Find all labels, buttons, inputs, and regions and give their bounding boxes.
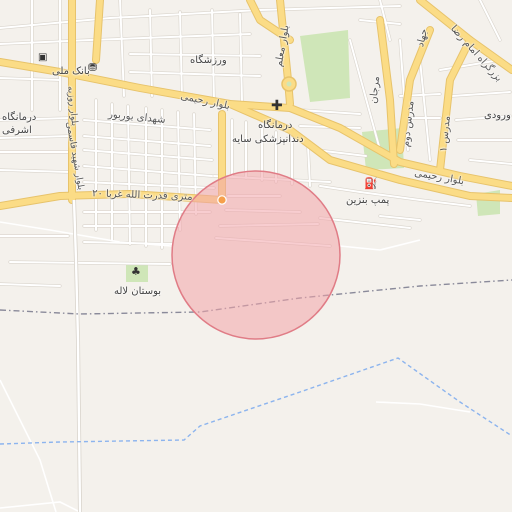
label-varzeshgah: ورزشگاه — [190, 55, 227, 66]
label-darmangah-sayeh-2: دندانپزشکی سایه — [232, 134, 304, 145]
label-bank-melli: بانک ملی — [52, 66, 90, 77]
label-darmangah-sayeh-1: درمانگاه — [258, 120, 293, 131]
location-marker-icon — [217, 195, 227, 205]
search-radius-circle — [171, 170, 341, 340]
roundabout-center — [286, 81, 292, 87]
label-pomp-benzin: پمپ بنزین — [346, 195, 390, 206]
park-tree-icon[interactable]: ♣ — [131, 266, 141, 278]
hospital-cross-icon[interactable]: ✚ — [271, 99, 283, 113]
map-view[interactable]: ▣ ⛃ ✚ ⛽ ♣ ورزشگاه بانک ملی درمانگاه اشرف… — [0, 0, 512, 512]
label-vorudi: ورودی — [484, 110, 511, 121]
fuel-pump-icon[interactable]: ⛽ — [364, 178, 378, 190]
label-bostan-laleh: بوستان لاله — [114, 286, 162, 297]
label-darmangah-ashrafi-2: اشرفی — [2, 125, 32, 136]
atm-icon[interactable]: ▣ — [38, 52, 47, 64]
label-darmangah-ashrafi-1: درمانگاه — [2, 112, 37, 123]
